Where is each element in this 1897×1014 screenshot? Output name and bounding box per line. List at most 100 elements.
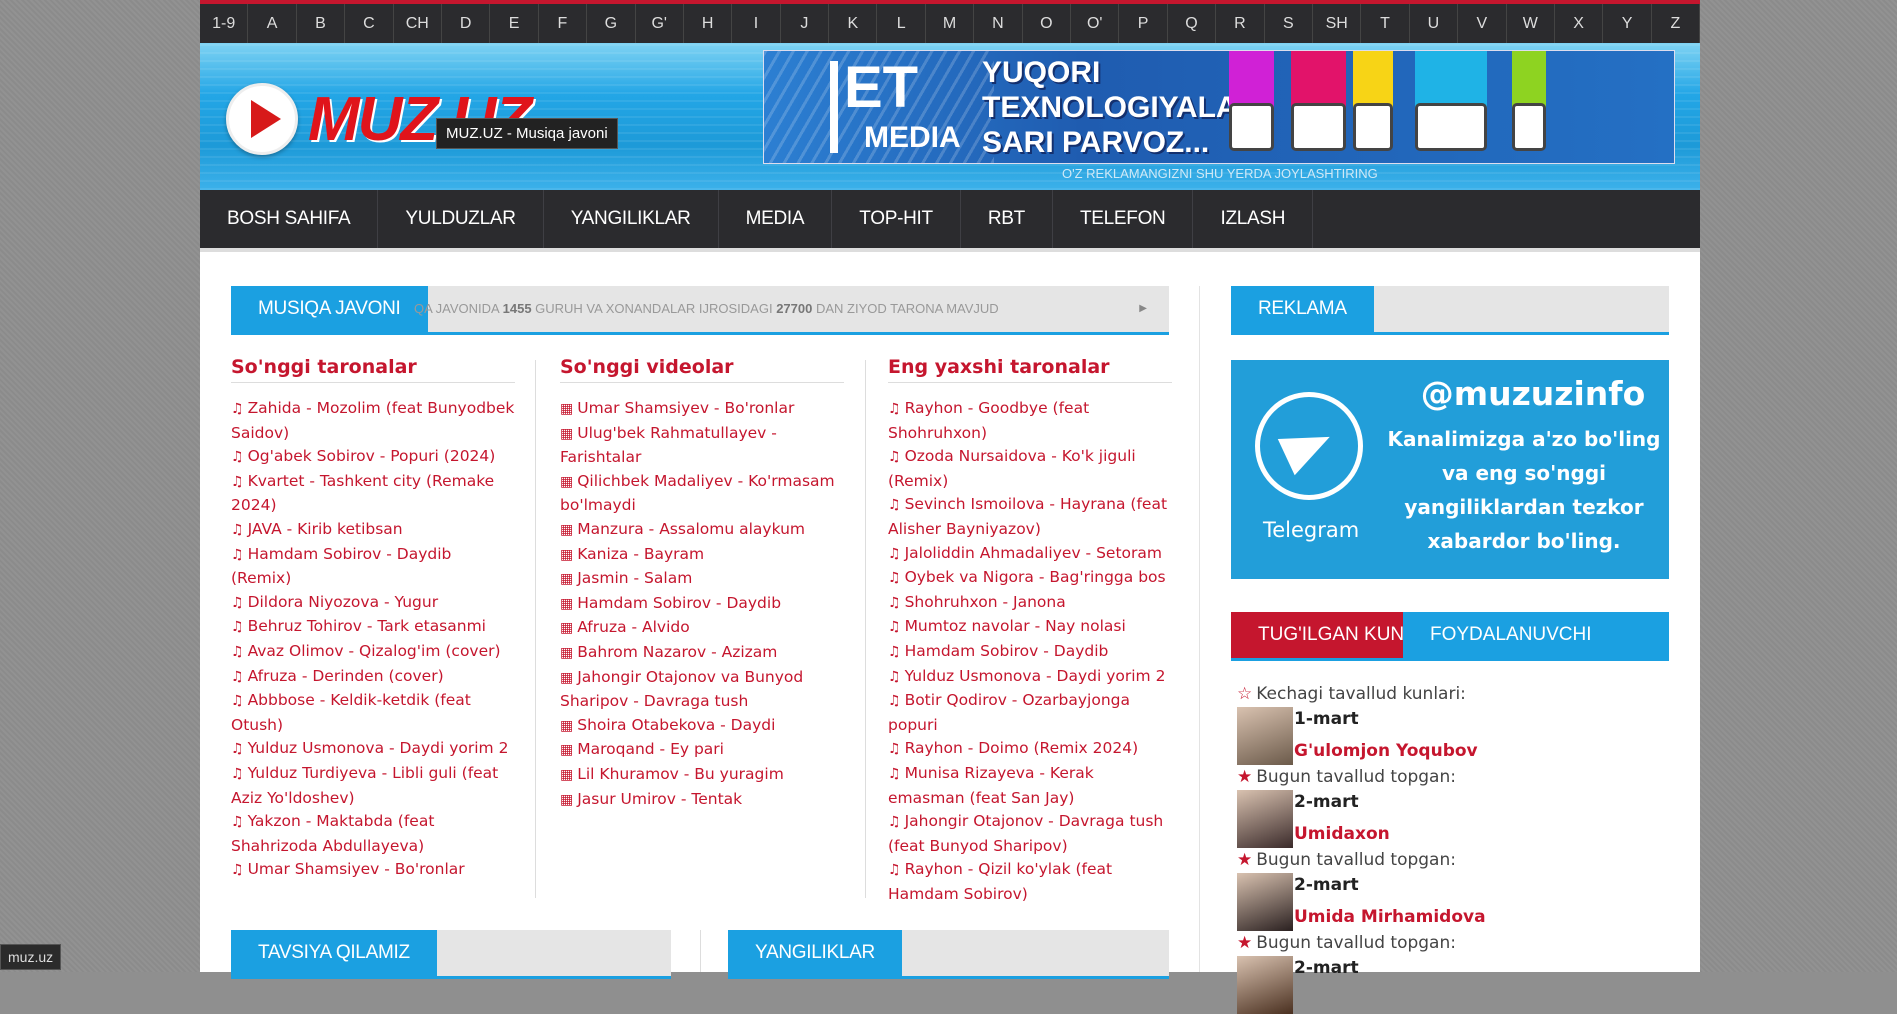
video-link[interactable]: ▦ Jahongir Otajonov va Bunyod Sharipov - … [560, 666, 844, 714]
nav-item[interactable]: MEDIA [719, 190, 833, 248]
alphabet-letter[interactable]: U [1410, 4, 1459, 43]
nav-item[interactable]: YULDUZLAR [378, 190, 544, 248]
video-link[interactable]: ▦ Manzura - Assalomu alaykum [560, 518, 844, 543]
telegram-banner[interactable]: Telegram @muzuzinfo Kanalimizga a'zo bo'… [1231, 360, 1669, 579]
song-link[interactable]: ♫ Yulduz Turdiyeva - Libli guli (feat Azi… [231, 762, 515, 810]
song-link[interactable]: ♫ Jaloliddin Ahmadaliyev - Setoram [888, 542, 1172, 567]
video-link[interactable]: ▦ Maroqand - Ey pari [560, 738, 844, 763]
alphabet-letter[interactable]: Z [1652, 4, 1701, 43]
alphabet-letter[interactable]: H [684, 4, 733, 43]
alphabet-letter[interactable]: R [1216, 4, 1265, 43]
song-link[interactable]: ♫ Yulduz Usmonova - Daydi yorim 2 [888, 665, 1172, 690]
song-link[interactable]: ♫ Botir Qodirov - Ozarbayjonga popuri [888, 689, 1172, 737]
alphabet-letter[interactable]: C [345, 4, 394, 43]
song-link[interactable]: ♫ Mumtoz navolar - Nay nolasi [888, 615, 1172, 640]
alphabet-letter[interactable]: E [490, 4, 539, 43]
video-link[interactable]: ▦ Umar Shamsiyev - Bo'ronlar [560, 397, 844, 422]
alphabet-letter[interactable]: SH [1313, 4, 1362, 43]
alphabet-letter[interactable]: M [926, 4, 975, 43]
song-link[interactable]: ♫ Yakzon - Maktabda (feat Shahrizoda Abdu… [231, 810, 515, 858]
alphabet-letter[interactable]: K [829, 4, 878, 43]
song-link[interactable]: ♫ Afruza - Derinden (cover) [231, 665, 515, 690]
alphabet-letter[interactable]: P [1119, 4, 1168, 43]
alphabet-letter[interactable]: O [1023, 4, 1072, 43]
alphabet-letter[interactable]: J [781, 4, 830, 43]
avatar[interactable] [1237, 707, 1293, 765]
avatar[interactable] [1237, 790, 1293, 848]
song-link[interactable]: ♫ Sevinch Ismoilova - Hayrana (feat Alish… [888, 493, 1172, 541]
ad-placement-note[interactable]: O'Z REKLAMANGIZNI SHU YERDA JOYLASHTIRIN… [1062, 166, 1378, 181]
birthday-heading: ★ Bugun tavallud topgan: [1237, 766, 1456, 788]
ad-banner[interactable]: ET MEDIA YUQORI TEXNOLOGIYALAR SARI PARV… [763, 50, 1675, 164]
alphabet-letter[interactable]: D [442, 4, 491, 43]
birthday-heading: ★ Bugun tavallud topgan: [1237, 932, 1456, 954]
song-link[interactable]: ♫ Oybek va Nigora - Bag'ringga bos [888, 566, 1172, 591]
song-link[interactable]: ♫ Kvartet - Tashkent city (Remake 2024) [231, 470, 515, 518]
video-link[interactable]: ▦ Bahrom Nazarov - Azizam [560, 641, 844, 666]
tab-user-section[interactable]: FOYDALANUVCHI BO'LIMI [1403, 612, 1669, 691]
song-link[interactable]: ♫ Abbbose - Keldik-ketdik (feat Otush) [231, 689, 515, 737]
video-link[interactable]: ▦ Lil Khuramov - Bu yuragim [560, 763, 844, 788]
song-link[interactable]: ♫ JAVA - Kirib ketibsan [231, 518, 515, 543]
alphabet-letter[interactable]: X [1555, 4, 1604, 43]
alphabet-letter[interactable]: Q [1168, 4, 1217, 43]
video-link[interactable]: ▦ Ulug'bek Rahmatullayev - Farishtalar [560, 422, 844, 470]
alphabet-letter[interactable]: I [732, 4, 781, 43]
alphabet-letter[interactable]: T [1361, 4, 1410, 43]
artist-name-link[interactable]: G'ulomjon Yoqubov [1294, 741, 1478, 761]
nav-item[interactable]: RBT [961, 190, 1053, 248]
alphabet-letter[interactable]: CH [394, 4, 442, 43]
nav-item[interactable]: IZLASH [1193, 190, 1314, 248]
song-link[interactable]: ♫ Dildora Niyozova - Yugur [231, 591, 515, 616]
alphabet-letter[interactable]: G [587, 4, 636, 43]
alphabet-letter[interactable]: W [1507, 4, 1555, 43]
video-link[interactable]: ▦ Shoira Otabekova - Daydi [560, 714, 844, 739]
song-link[interactable]: ♫ Shohruhxon - Janona [888, 591, 1172, 616]
alphabet-letter[interactable]: Y [1603, 4, 1652, 43]
alphabet-letter[interactable]: 1-9 [200, 4, 249, 43]
song-link[interactable]: ♫ Munisa Rizayeva - Kerak emasman (feat S… [888, 762, 1172, 810]
artist-name-link[interactable]: Umidaxon [1294, 824, 1390, 844]
video-link[interactable]: ▦ Hamdam Sobirov - Daydib [560, 592, 844, 617]
song-link[interactable]: ♫ Zahida - Mozolim (feat Bunyodbek Saidov… [231, 397, 515, 445]
alphabet-letter[interactable]: A [248, 4, 297, 43]
video-link[interactable]: ▦ Jasur Umirov - Tentak [560, 788, 844, 813]
song-link[interactable]: ♫ Rayhon - Goodbye (feat Shohruhxon) [888, 397, 1172, 445]
video-link[interactable]: ▦ Kaniza - Bayram [560, 543, 844, 568]
alphabet-letter[interactable]: L [877, 4, 926, 43]
alphabet-letter[interactable]: F [539, 4, 588, 43]
news-tab[interactable]: YANGILIKLAR [728, 930, 902, 976]
song-link[interactable]: ♫ Rayhon - Qizil ko'ylak (feat Hamdam Sob… [888, 858, 1172, 906]
song-link[interactable]: ♫ Umar Shamsiyev - Bo'ronlar [231, 858, 515, 883]
avatar[interactable] [1237, 873, 1293, 931]
video-link[interactable]: ▦ Jasmin - Salam [560, 567, 844, 592]
alphabet-letter[interactable]: V [1458, 4, 1507, 43]
nav-item[interactable]: BOSH SAHIFA [200, 190, 379, 248]
tab-birthday[interactable]: TUG'ILGAN KUN [1231, 612, 1432, 658]
nav-item[interactable]: TELEFON [1053, 190, 1194, 248]
ticker-arrow-icon[interactable]: ▶ [1139, 286, 1147, 332]
artist-name-link[interactable]: Umida Mirhamidova [1294, 907, 1486, 927]
song-link[interactable]: ♫ Ozoda Nursaidova - Ko'k jiguli (Remix) [888, 445, 1172, 493]
video-link[interactable]: ▦ Qilichbek Madaliyev - Ko'rmasam bo'lmay… [560, 470, 844, 518]
song-link[interactable]: ♫ Hamdam Sobirov - Daydib (Remix) [231, 543, 515, 591]
song-link[interactable]: ♫ Hamdam Sobirov - Daydib [888, 640, 1172, 665]
alphabet-letter[interactable]: S [1265, 4, 1313, 43]
alphabet-letter[interactable]: N [974, 4, 1023, 43]
video-link[interactable]: ▦ Afruza - Alvido [560, 616, 844, 641]
nav-item[interactable]: TOP-HIT [832, 190, 961, 248]
music-note-icon: ♫ [888, 668, 901, 685]
nav-item[interactable]: YANGILIKLAR [544, 190, 719, 248]
song-link[interactable]: ♫ Behruz Tohirov - Tark etasanmi [231, 615, 515, 640]
recommend-tab[interactable]: TAVSIYA QILAMIZ [231, 930, 437, 976]
song-link[interactable]: ♫ Og'abek Sobirov - Popuri (2024) [231, 445, 515, 470]
alphabet-letter[interactable]: B [297, 4, 346, 43]
alphabet-letter[interactable]: G' [636, 4, 684, 43]
song-link[interactable]: ♫ Avaz Olimov - Qizalog'im (cover) [231, 640, 515, 665]
alphabet-letter[interactable]: O' [1071, 4, 1120, 43]
song-link[interactable]: ♫ Rayhon - Doimo (Remix 2024) [888, 737, 1172, 762]
avatar[interactable] [1237, 956, 1293, 1014]
song-link[interactable]: ♫ Jahongir Otajonov - Davraga tush (feat … [888, 810, 1172, 858]
song-link[interactable]: ♫ Yulduz Usmonova - Daydi yorim 2 [231, 737, 515, 762]
device-color-stripe [1353, 51, 1393, 109]
